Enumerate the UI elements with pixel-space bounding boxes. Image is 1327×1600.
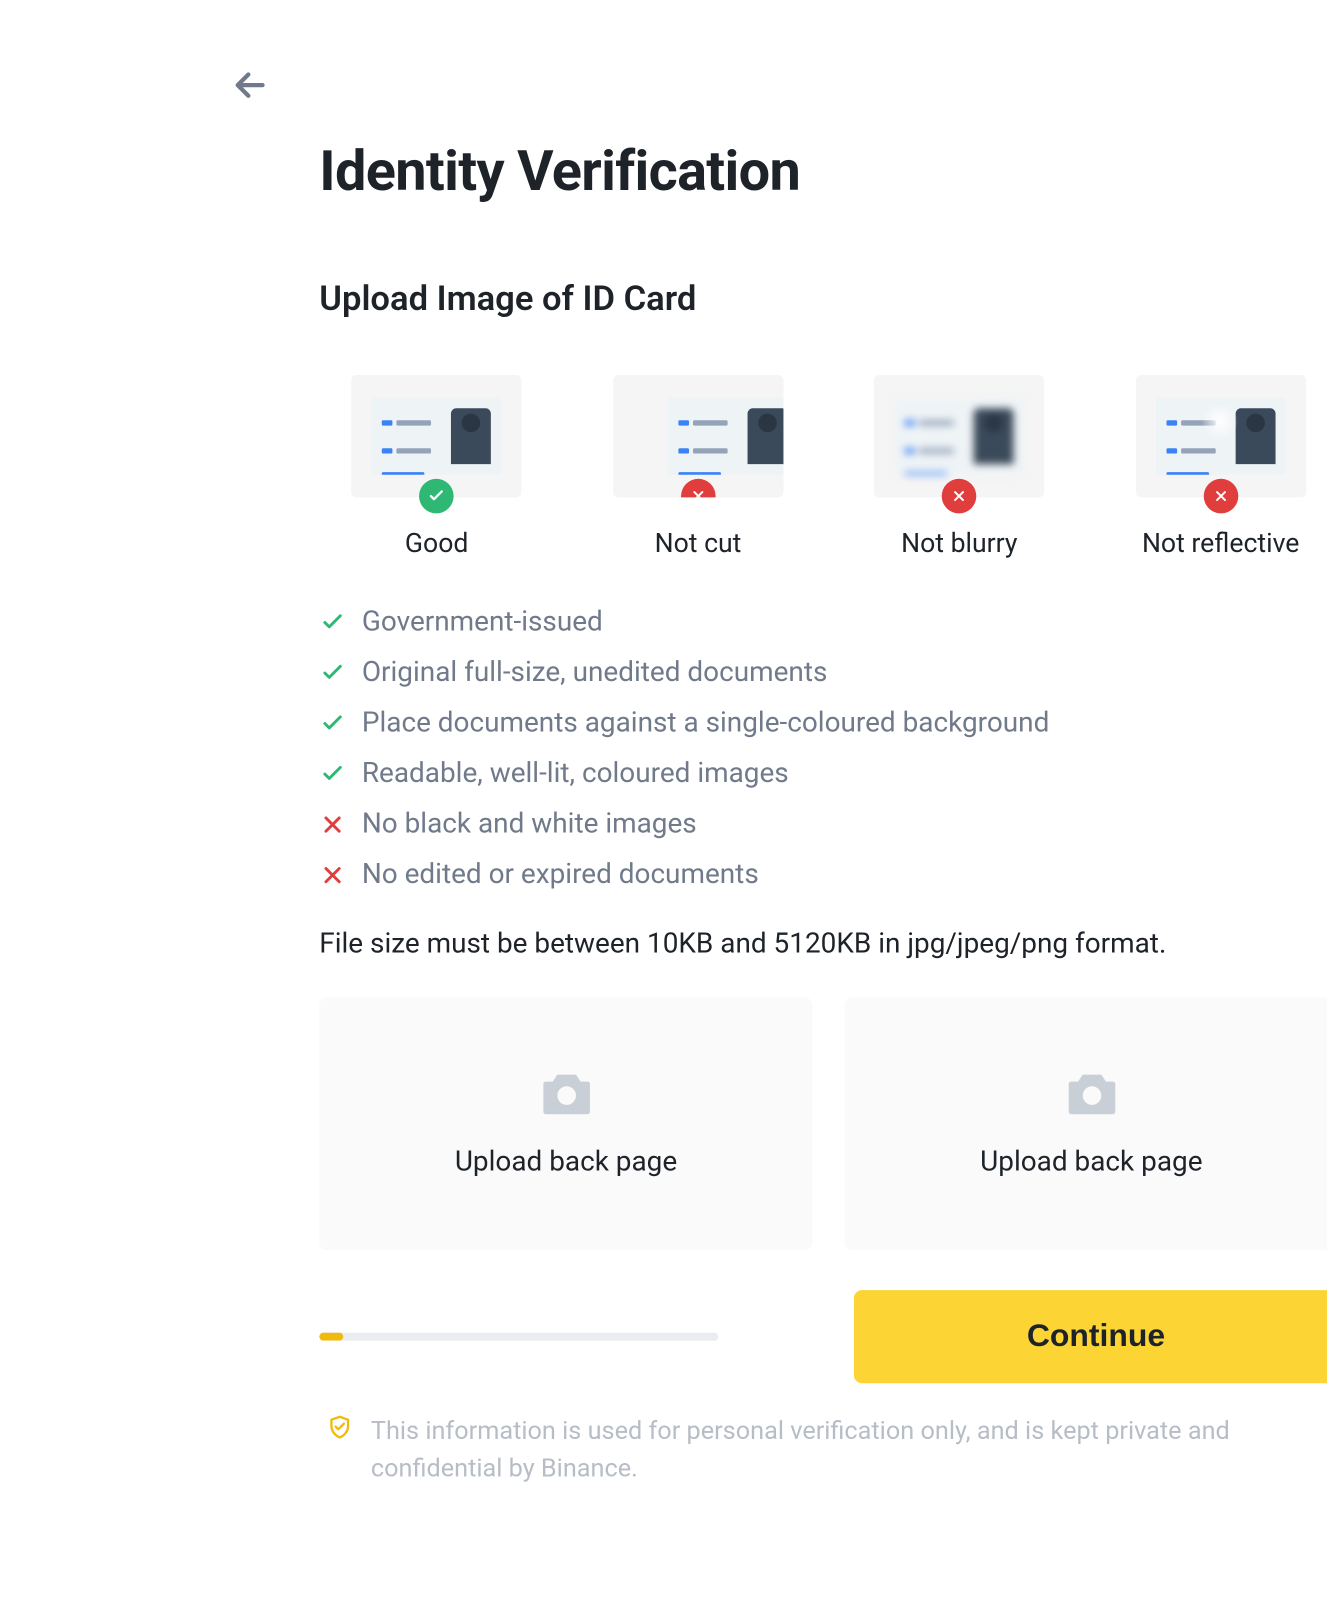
example-card [874, 375, 1044, 497]
arrow-left-icon [228, 64, 271, 107]
id-card-reflect-icon [1155, 398, 1285, 475]
disclaimer-row: This information is used for personal ve… [319, 1412, 1327, 1485]
disclaimer-text: This information is used for personal ve… [370, 1412, 1327, 1485]
requirement-text: Government-issued [361, 606, 602, 638]
id-card-blur-icon [894, 398, 1024, 475]
requirement-text: Place documents against a single-coloure… [361, 708, 1049, 740]
example-card [351, 375, 521, 497]
example-label: Not reflective [1141, 527, 1298, 559]
x-icon [319, 811, 346, 838]
file-size-note: File size must be between 10KB and 5120K… [319, 928, 1327, 960]
upload-front-box[interactable]: Upload back page [319, 998, 812, 1251]
requirement-item: Government-issued [319, 606, 1327, 638]
requirement-item: No black and white images [319, 809, 1327, 841]
id-card-icon [371, 398, 501, 475]
requirement-item: No edited or expired documents [319, 859, 1327, 891]
example-not-reflective: Not reflective [1103, 375, 1327, 559]
requirement-text: Original full-size, unedited documents [361, 657, 827, 689]
x-badge-icon [1203, 479, 1238, 514]
example-not-blurry: Not blurry [841, 375, 1076, 559]
shield-check-icon [327, 1412, 352, 1441]
x-icon [319, 862, 346, 889]
check-badge-icon [419, 479, 454, 514]
upload-row: Upload back page Upload back page [319, 998, 1327, 1251]
upload-label: Upload back page [454, 1146, 676, 1178]
upload-label: Upload back page [980, 1146, 1202, 1178]
requirement-text: No black and white images [361, 809, 696, 841]
example-not-cut: Not cut [580, 375, 815, 559]
requirement-text: No edited or expired documents [361, 859, 758, 891]
requirement-item: Place documents against a single-coloure… [319, 708, 1327, 740]
requirement-item: Readable, well-lit, coloured images [319, 758, 1327, 790]
example-card [612, 375, 782, 497]
requirement-item: Original full-size, unedited documents [319, 657, 1327, 689]
verification-modal: Identity Verification Upload Image of ID… [165, 0, 1327, 1595]
example-label: Not cut [654, 527, 741, 559]
requirements-list: Government-issued Original full-size, un… [319, 606, 1327, 891]
camera-icon [1063, 1069, 1119, 1117]
upload-back-box[interactable]: Upload back page [844, 998, 1327, 1251]
camera-icon [538, 1069, 594, 1117]
back-button[interactable] [228, 64, 271, 112]
section-subtitle: Upload Image of ID Card [319, 279, 1327, 319]
page-title: Identity Verification [319, 140, 1327, 205]
id-card-cut-icon [667, 398, 783, 475]
example-label: Not blurry [901, 527, 1017, 559]
example-card [1135, 375, 1305, 497]
x-badge-icon [942, 479, 977, 514]
example-good: Good [319, 375, 554, 559]
x-badge-icon [680, 479, 715, 498]
bottom-row: Continue [319, 1290, 1327, 1383]
continue-button[interactable]: Continue [853, 1290, 1327, 1383]
check-icon [319, 609, 346, 636]
requirement-text: Readable, well-lit, coloured images [361, 758, 788, 790]
example-row: Good [319, 375, 1327, 559]
example-label: Good [404, 527, 467, 559]
check-icon [319, 660, 346, 687]
progress-fill [319, 1333, 343, 1341]
check-icon [319, 761, 346, 788]
progress-bar [319, 1333, 718, 1341]
check-icon [319, 710, 346, 737]
